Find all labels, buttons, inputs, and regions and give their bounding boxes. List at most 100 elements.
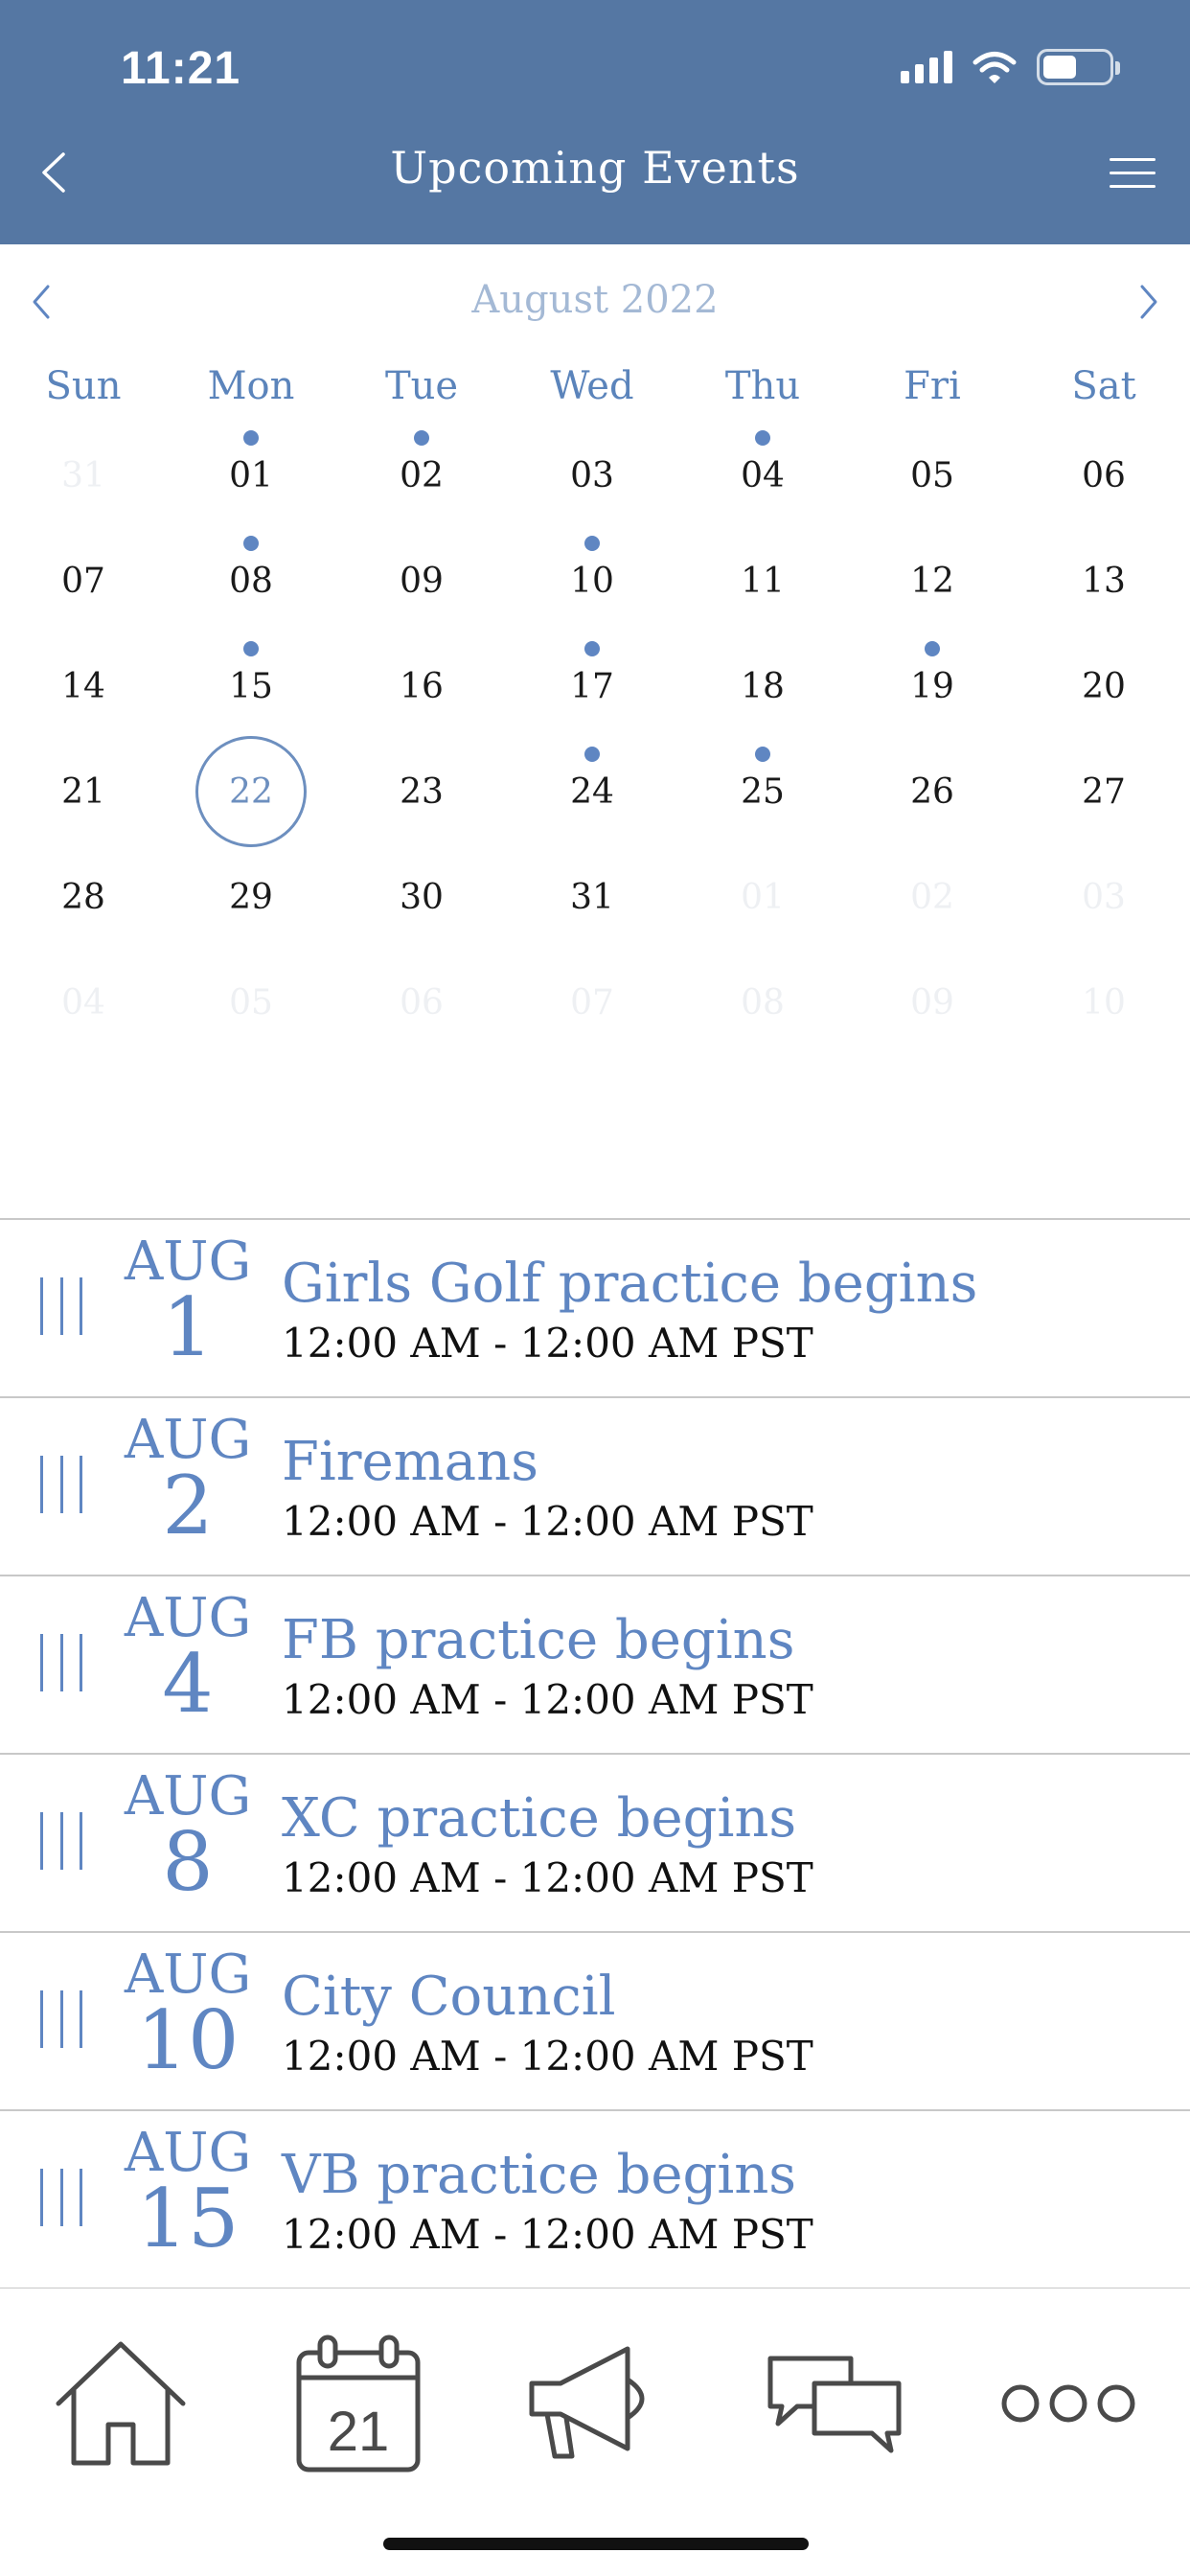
event-indicator-dot (925, 641, 940, 656)
calendar-day[interactable]: 22 (195, 736, 307, 847)
event-date: AUG 4 (119, 1590, 257, 1731)
event-day: 10 (136, 1993, 240, 2087)
app-header: 11:21 Upcoming Events (0, 0, 1190, 244)
event-date: AUG 2 (119, 1412, 257, 1552)
calendar-day[interactable]: 14 (28, 631, 139, 742)
event-day: 1 (162, 1280, 214, 1374)
event-time: 12:00 AM - 12:00 AM PST (282, 1498, 813, 1545)
event-list-item[interactable]: AUG 15 VB practice begins 12:00 AM - 12:00 … (0, 2111, 1190, 2289)
calendar-day[interactable]: 09 (366, 525, 477, 636)
calendar-day[interactable]: 06 (1048, 420, 1159, 531)
calendar-day[interactable]: 29 (195, 841, 307, 953)
calendar-day-outside-month[interactable]: 02 (877, 841, 988, 953)
weekday-label: Sun (45, 364, 122, 408)
calendar-day-outside-month[interactable]: 08 (707, 947, 818, 1058)
calendar-day[interactable]: 11 (707, 525, 818, 636)
calendar-day[interactable]: 30 (366, 841, 477, 953)
event-day: 4 (162, 1637, 214, 1731)
wifi-icon (973, 52, 1017, 83)
calendar-day[interactable]: 23 (366, 736, 477, 847)
calendar-day[interactable]: 07 (28, 525, 139, 636)
calendar-day-outside-month[interactable]: 05 (195, 947, 307, 1058)
calendar-day[interactable]: 21 (28, 736, 139, 847)
calendar-day[interactable]: 26 (877, 736, 988, 847)
calendar-day[interactable]: 12 (877, 525, 988, 636)
weekday-header: Sun Mon Tue Wed Thu Fri Sat (0, 364, 1190, 422)
event-day: 15 (136, 2172, 240, 2266)
calendar-day-outside-month[interactable]: 03 (1048, 841, 1159, 953)
calendar-day-outside-month[interactable]: 06 (366, 947, 477, 1058)
calendar-day-outside-month[interactable]: 10 (1048, 947, 1159, 1058)
event-date: AUG 8 (119, 1768, 257, 1909)
calendar-day[interactable]: 05 (877, 420, 988, 531)
calendar-icon: 21 (296, 2334, 421, 2472)
calendar-grid: 31 01 02 03 04 05 06 07 08 09 10 11 12 13 14 15 16 17 18 19… (0, 422, 1190, 1054)
calendar-day[interactable]: 20 (1048, 631, 1159, 742)
tab-bar: 21 (0, 2288, 1190, 2576)
event-title: Firemans (282, 1431, 538, 1493)
event-indicator-dot (584, 536, 600, 551)
calendar-icon-day: 21 (328, 2401, 390, 2463)
tab-messages[interactable] (753, 2327, 916, 2480)
month-navigation: August 2022 (0, 268, 1190, 335)
events-list: AUG 1 Girls Golf practice begins 12:00 AM -… (0, 1218, 1190, 2289)
drag-handle-icon[interactable] (40, 2169, 82, 2226)
calendar-day-outside-month[interactable]: 07 (537, 947, 648, 1058)
event-time: 12:00 AM - 12:00 AM PST (282, 1854, 813, 1901)
calendar-day[interactable]: 27 (1048, 736, 1159, 847)
calendar-day[interactable]: 16 (366, 631, 477, 742)
calendar-day-outside-month[interactable]: 09 (877, 947, 988, 1058)
month-label: August 2022 (471, 278, 719, 322)
event-list-item[interactable]: AUG 2 Firemans 12:00 AM - 12:00 AM PST (0, 1398, 1190, 1576)
drag-handle-icon[interactable] (40, 1812, 82, 1870)
event-day: 2 (162, 1459, 214, 1552)
calendar-day[interactable]: 31 (537, 841, 648, 953)
event-time: 12:00 AM - 12:00 AM PST (282, 2211, 813, 2258)
next-month-button[interactable] (1115, 268, 1182, 335)
calendar-day-outside-month[interactable]: 04 (28, 947, 139, 1058)
more-icon (1001, 2384, 1135, 2423)
tab-announcements[interactable] (513, 2327, 675, 2480)
weekday-label: Sat (1071, 364, 1136, 408)
calendar-day[interactable]: 28 (28, 841, 139, 953)
event-list-item[interactable]: AUG 1 Girls Golf practice begins 12:00 AM -… (0, 1220, 1190, 1398)
event-date: AUG 15 (119, 2125, 257, 2266)
weekday-label: Fri (904, 364, 961, 408)
event-list-item[interactable]: AUG 8 XC practice begins 12:00 AM - 12:00 A… (0, 1755, 1190, 1933)
drag-handle-icon[interactable] (40, 1277, 82, 1335)
status-icons (901, 46, 1120, 88)
calendar-day-outside-month[interactable]: 01 (707, 841, 818, 953)
event-list-item[interactable]: AUG 10 City Council 12:00 AM - 12:00 AM PST (0, 1933, 1190, 2111)
tab-more[interactable] (987, 2327, 1150, 2480)
event-date: AUG 1 (119, 1233, 257, 1374)
event-indicator-dot (755, 747, 770, 762)
calendar-day[interactable]: 13 (1048, 525, 1159, 636)
calendar-day[interactable]: 03 (537, 420, 648, 531)
event-indicator-dot (243, 536, 259, 551)
event-list-item[interactable]: AUG 4 FB practice begins 12:00 AM - 12:00 A… (0, 1576, 1190, 1755)
drag-handle-icon[interactable] (40, 1634, 82, 1691)
event-title: City Council (282, 1966, 616, 2028)
event-indicator-dot (414, 430, 429, 446)
weekday-label: Wed (550, 364, 634, 408)
event-day: 8 (162, 1815, 214, 1909)
event-time: 12:00 AM - 12:00 AM PST (282, 2033, 813, 2080)
weekday-label: Thu (724, 364, 801, 408)
event-indicator-dot (755, 430, 770, 446)
event-title: VB practice begins (282, 2144, 797, 2206)
event-title: FB practice begins (282, 1609, 795, 1671)
tab-home[interactable] (39, 2327, 202, 2480)
home-icon (56, 2341, 186, 2466)
signal-icon (901, 51, 952, 83)
battery-icon (1037, 49, 1120, 85)
chevron-right-icon (1140, 285, 1157, 319)
event-indicator-dot (243, 641, 259, 656)
event-title: Girls Golf practice begins (282, 1253, 978, 1315)
tab-calendar[interactable]: 21 (277, 2327, 440, 2480)
menu-button[interactable] (1094, 134, 1171, 211)
calendar-day[interactable]: 18 (707, 631, 818, 742)
drag-handle-icon[interactable] (40, 1456, 82, 1513)
page-title: Upcoming Events (390, 142, 800, 194)
drag-handle-icon[interactable] (40, 1990, 82, 2048)
calendar-day-outside-month[interactable]: 31 (28, 420, 139, 531)
